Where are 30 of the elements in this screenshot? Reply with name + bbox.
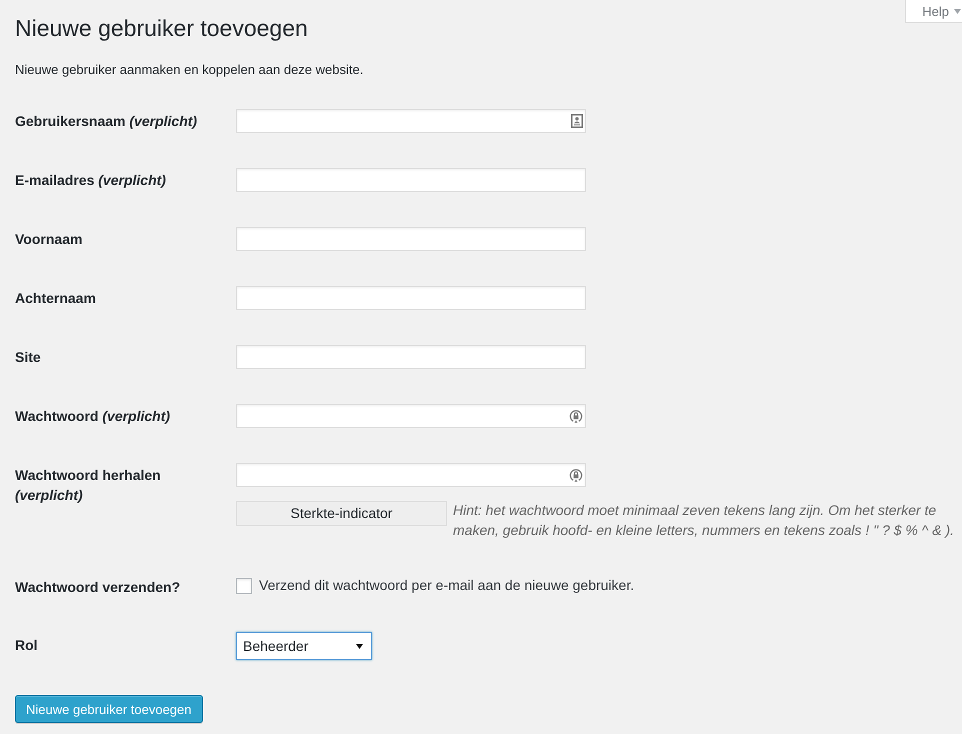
input-field[interactable] [236, 168, 586, 192]
field-label: Wachtwoord verzenden? [15, 578, 182, 597]
field-label: Site [15, 348, 42, 367]
help-tab[interactable]: Help [905, 0, 962, 23]
role-select[interactable]: Beheerder [236, 632, 372, 660]
input-field[interactable] [236, 286, 586, 310]
password-field[interactable] [236, 463, 586, 487]
checkbox[interactable] [236, 578, 252, 594]
input-field[interactable] [236, 109, 586, 133]
contact-card-icon [571, 114, 583, 128]
checkbox-label: Verzend dit wachtwoord per e-mail aan de nieuwe gebruiker. [259, 576, 634, 595]
password-hint: Hint: het wachtwoord moet minimaal zeven tekens lang zijn. Om het sterker te maken, gebruik hoofd- en kleine letters, nummers en tekens zoals ! " ? $ % ^ & ). [453, 501, 955, 540]
strength-indicator: Sterkte-indicator [236, 501, 447, 526]
caret-icon [356, 644, 363, 648]
page-description: Nieuwe gebruiker aanmaken en koppelen aan deze website. [15, 61, 364, 79]
submit-button[interactable]: Nieuwe gebruiker toevoegen [15, 695, 202, 723]
password-field[interactable] [236, 404, 586, 428]
page-title: Nieuwe gebruiker toevoegen [15, 14, 308, 43]
lock-refresh-icon [569, 468, 583, 482]
input-field[interactable] [236, 227, 586, 251]
field-label: Achternaam [15, 289, 97, 308]
input-field[interactable] [236, 345, 586, 369]
field-label: Wachtwoord (verplicht) [15, 407, 172, 426]
field-label: Rol [15, 636, 39, 655]
field-label: E-mailadres (verplicht) [15, 171, 167, 190]
field-label: Gebruikersnaam (verplicht) [15, 112, 198, 131]
caret-icon [954, 8, 961, 14]
lock-refresh-icon [569, 409, 583, 423]
field-label: Voornaam [15, 230, 84, 249]
field-label: Wachtwoord herhalen (verplicht) [15, 466, 162, 505]
